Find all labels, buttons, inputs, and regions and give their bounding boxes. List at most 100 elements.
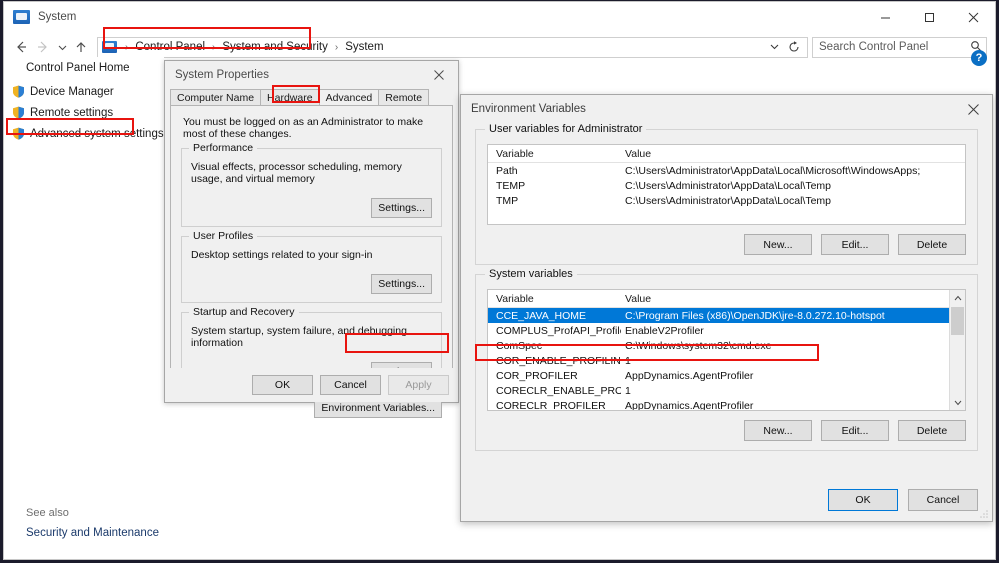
- user-profiles-button-row: Settings...: [191, 274, 432, 294]
- variable-name: ComSpec: [496, 339, 543, 352]
- back-icon[interactable]: [10, 36, 32, 58]
- system-new-button[interactable]: New...: [744, 420, 812, 441]
- user-delete-button[interactable]: Delete: [898, 234, 966, 255]
- system-variables-list[interactable]: Variable Value CCE_JAVA_HOME C:\Program …: [487, 289, 966, 411]
- table-row[interactable]: ComSpec C:\Windows\system32\cmd.exe: [488, 338, 965, 353]
- system-variables-group: System variables Variable Value CCE_JAVA…: [475, 268, 978, 451]
- user-new-button[interactable]: New...: [744, 234, 812, 255]
- scrollbar-thumb[interactable]: [951, 307, 964, 335]
- sidebar-item-label: Device Manager: [30, 85, 114, 98]
- close-icon[interactable]: [420, 61, 458, 89]
- tab-hardware[interactable]: Hardware: [260, 89, 320, 105]
- column-header-variable: Variable: [496, 147, 534, 160]
- system-delete-button[interactable]: Delete: [898, 420, 966, 441]
- table-row-selected[interactable]: CCE_JAVA_HOME C:\Program Files (x86)\Ope…: [488, 308, 965, 323]
- resize-grip[interactable]: [979, 509, 989, 519]
- variable-name: TEMP: [496, 179, 526, 192]
- sidebar-item-control-panel-home[interactable]: Control Panel Home: [4, 57, 164, 74]
- breadcrumb-item-control-panel[interactable]: Control Panel: [133, 41, 207, 53]
- user-variables-header: Variable Value: [488, 145, 965, 163]
- close-icon[interactable]: [954, 95, 992, 123]
- address-bar[interactable]: › Control Panel › System and Security › …: [97, 36, 808, 58]
- system-properties-ok-button[interactable]: OK: [252, 375, 313, 395]
- sidebar-item-device-manager[interactable]: Device Manager: [4, 83, 164, 100]
- system-properties-title-bar: System Properties: [165, 61, 458, 89]
- table-row[interactable]: Path C:\Users\Administrator\AppData\Loca…: [488, 163, 965, 178]
- table-row[interactable]: COR_ENABLE_PROFILING 1: [488, 353, 965, 368]
- system-edit-button[interactable]: Edit...: [821, 420, 889, 441]
- sidebar-item-advanced-system-settings[interactable]: Advanced system settings: [4, 125, 164, 142]
- maximize-button[interactable]: [907, 2, 951, 32]
- scroll-down-icon[interactable]: [950, 395, 965, 410]
- search-box[interactable]: Search Control Panel: [812, 36, 987, 58]
- user-edit-button[interactable]: Edit...: [821, 234, 889, 255]
- variable-value: 1: [625, 354, 631, 367]
- table-row[interactable]: COMPLUS_ProfAPI_ProfilerC... EnableV2Pro…: [488, 323, 965, 338]
- table-row[interactable]: COR_PROFILER AppDynamics.AgentProfiler: [488, 368, 965, 383]
- close-button[interactable]: [951, 2, 995, 32]
- user-variables-list[interactable]: Variable Value Path C:\Users\Administrat…: [487, 144, 966, 225]
- variable-value: 1: [625, 384, 631, 397]
- refresh-icon[interactable]: [783, 37, 804, 58]
- up-icon[interactable]: [70, 36, 92, 58]
- sidebar-item-label: Remote settings: [30, 106, 114, 119]
- address-chevron-down-icon[interactable]: [766, 42, 783, 53]
- system-properties-cancel-button[interactable]: Cancel: [320, 375, 381, 395]
- performance-description: Visual effects, processor scheduling, me…: [191, 161, 402, 185]
- address-bar-controls: [766, 37, 807, 58]
- user-variables-group: User variables for Administrator Variabl…: [475, 123, 978, 265]
- user-profiles-group: User Profiles Desktop settings related t…: [181, 230, 442, 303]
- breadcrumb-item-system-and-security[interactable]: System and Security: [220, 41, 329, 53]
- variable-name: COR_ENABLE_PROFILING: [496, 354, 621, 367]
- breadcrumb-separator: ›: [212, 41, 216, 53]
- environment-variables-ok-button[interactable]: OK: [828, 489, 898, 511]
- user-profiles-group-label: User Profiles: [189, 230, 258, 242]
- shield-icon: [12, 85, 25, 98]
- performance-settings-button[interactable]: Settings...: [371, 198, 432, 218]
- variable-value: C:\Users\Administrator\AppData\Local\Mic…: [625, 164, 921, 177]
- system-properties-tabs: Computer Name Hardware Advanced Remote: [165, 89, 458, 105]
- scroll-up-icon[interactable]: [950, 290, 965, 305]
- performance-button-row: Settings...: [191, 198, 432, 218]
- variable-value: EnableV2Profiler: [625, 324, 704, 337]
- environment-variables-footer: OK Cancel: [828, 489, 978, 511]
- system-properties-footer: OK Cancel Apply: [165, 368, 458, 402]
- see-also-link-security-and-maintenance[interactable]: Security and Maintenance: [26, 527, 159, 539]
- table-row[interactable]: CORECLR_PROFILER AppDynamics.AgentProfil…: [488, 398, 965, 411]
- minimize-button[interactable]: [863, 2, 907, 32]
- environment-variables-cancel-button[interactable]: Cancel: [908, 489, 978, 511]
- system-variables-header: Variable Value: [488, 290, 965, 308]
- search-input[interactable]: Search Control Panel: [813, 41, 966, 53]
- variable-name: CORECLR_ENABLE_PROFILI...: [496, 384, 621, 397]
- table-row[interactable]: TMP C:\Users\Administrator\AppData\Local…: [488, 193, 965, 208]
- variable-value: C:\Users\Administrator\AppData\Local\Tem…: [625, 179, 831, 192]
- variable-name: COR_PROFILER: [496, 369, 578, 382]
- table-row[interactable]: CORECLR_ENABLE_PROFILI... 1: [488, 383, 965, 398]
- tab-advanced[interactable]: Advanced: [318, 89, 380, 105]
- table-row[interactable]: TEMP C:\Users\Administrator\AppData\Loca…: [488, 178, 965, 193]
- variable-name: CORECLR_PROFILER: [496, 399, 606, 411]
- system-properties-apply-button[interactable]: Apply: [388, 375, 449, 395]
- user-profiles-settings-button[interactable]: Settings...: [371, 274, 432, 294]
- shield-icon: [12, 127, 25, 140]
- variable-value: AppDynamics.AgentProfiler: [625, 369, 754, 382]
- variable-value: C:\Program Files (x86)\OpenJDK\jre-8.0.2…: [625, 309, 885, 322]
- user-variables-label: User variables for Administrator: [485, 123, 647, 135]
- variable-name: CCE_JAVA_HOME: [496, 309, 587, 322]
- sidebar-item-remote-settings[interactable]: Remote settings: [4, 104, 164, 121]
- performance-group: Performance Visual effects, processor sc…: [181, 142, 442, 227]
- user-profiles-description: Desktop settings related to your sign-in: [191, 249, 373, 261]
- sidebar-item-label: Advanced system settings: [30, 127, 164, 140]
- startup-recovery-description: System startup, system failure, and debu…: [191, 325, 407, 349]
- recent-locations-chevron-down-icon[interactable]: [54, 36, 70, 58]
- environment-variables-body: User variables for Administrator Variabl…: [461, 123, 992, 451]
- breadcrumb-separator: ›: [125, 41, 129, 53]
- help-button[interactable]: ?: [971, 50, 987, 66]
- user-variables-buttons: New... Edit... Delete: [487, 234, 966, 255]
- forward-icon[interactable]: [32, 36, 54, 58]
- tab-computer-name[interactable]: Computer Name: [170, 89, 262, 105]
- tab-remote[interactable]: Remote: [378, 89, 430, 105]
- breadcrumb-item-system[interactable]: System: [343, 41, 385, 53]
- system-variables-scrollbar[interactable]: [949, 290, 965, 410]
- control-panel-icon: [102, 41, 117, 53]
